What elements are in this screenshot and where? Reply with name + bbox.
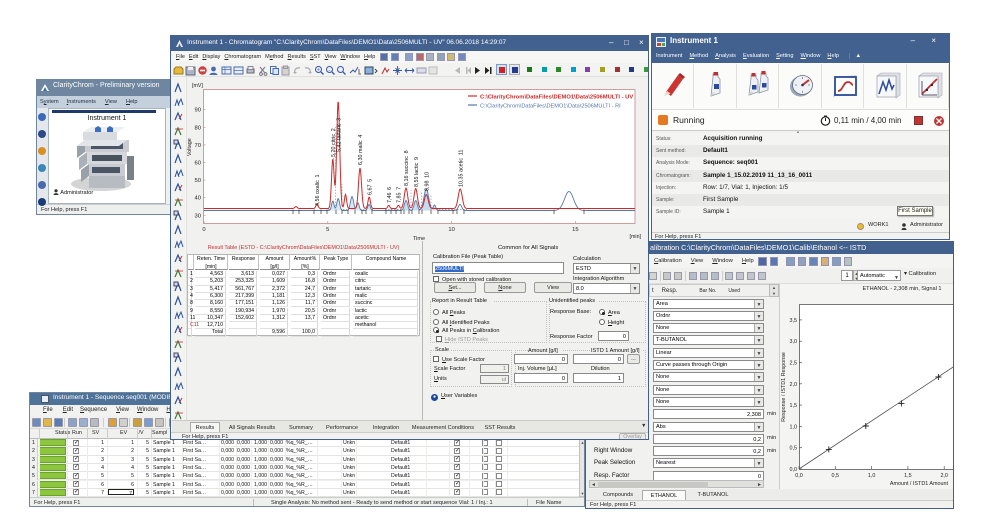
svg-text:10: 10 xyxy=(448,227,454,233)
svg-text:C:\ClarityChrom\DataFiles\DEMO: C:\ClarityChrom\DataFiles\DEMO1\Data\250… xyxy=(480,95,633,101)
svg-text:Response / ISTD1 Response: Response / ISTD1 Response xyxy=(781,352,787,422)
svg-text:50: 50 xyxy=(195,178,201,184)
svg-text:4,56 oxalic 1: 4,56 oxalic 1 xyxy=(315,175,321,206)
svg-text:2,0: 2,0 xyxy=(790,382,798,388)
svg-text:ETHANOL - 2,308 min, Signal 1: ETHANOL - 2,308 min, Signal 1 xyxy=(862,286,941,292)
svg-text:+: + xyxy=(317,67,320,73)
svg-text:5,42 tartaric 3: 5,42 tartaric 3 xyxy=(336,118,342,152)
svg-text:6,67 5: 6,67 5 xyxy=(367,179,373,195)
svg-text:8,55 lactic 9: 8,55 lactic 9 xyxy=(414,157,420,187)
svg-text:1,0: 1,0 xyxy=(790,424,798,430)
svg-text:0: 0 xyxy=(202,227,205,233)
svg-text:3,5: 3,5 xyxy=(790,318,798,324)
svg-text:70: 70 xyxy=(195,143,201,149)
svg-text:10,35 acetic 11: 10,35 acetic 11 xyxy=(458,150,464,187)
svg-text:7,46 6: 7,46 6 xyxy=(387,187,393,203)
svg-text:5: 5 xyxy=(326,227,329,233)
svg-text:30: 30 xyxy=(195,213,201,219)
svg-text:Voltage: Voltage xyxy=(187,138,193,156)
svg-text:7,85 7: 7,85 7 xyxy=(397,187,403,203)
svg-text:1,5: 1,5 xyxy=(790,403,798,409)
svg-text:[min]: [min] xyxy=(630,234,642,240)
svg-text:2,0: 2,0 xyxy=(940,473,948,479)
svg-text:6,30 malic 4: 6,30 malic 4 xyxy=(358,135,364,165)
svg-text:15: 15 xyxy=(572,227,578,233)
svg-text:2,5: 2,5 xyxy=(790,361,798,367)
svg-text:0,0: 0,0 xyxy=(795,473,803,479)
svg-text:1,5: 1,5 xyxy=(904,473,912,479)
svg-text:0,5: 0,5 xyxy=(832,473,840,479)
svg-text:Amount / ISTD1 Amount: Amount / ISTD1 Amount xyxy=(890,481,949,487)
svg-text:1,0: 1,0 xyxy=(868,473,876,479)
svg-text:80: 80 xyxy=(195,125,201,131)
svg-text:90: 90 xyxy=(195,108,201,114)
svg-text:8,98 10: 8,98 10 xyxy=(425,172,431,191)
svg-text:C:\ClarityChrom\DataFiles\DEMO: C:\ClarityChrom\DataFiles\DEMO1\Data\250… xyxy=(480,104,621,110)
svg-text:[mV]: [mV] xyxy=(192,83,203,89)
svg-text:8,16 succinc 8: 8,16 succinc 8 xyxy=(404,150,410,186)
svg-text:40: 40 xyxy=(195,196,201,202)
svg-text:3,0: 3,0 xyxy=(790,339,798,345)
svg-text:0,5: 0,5 xyxy=(790,446,798,452)
svg-text:60: 60 xyxy=(195,161,201,167)
